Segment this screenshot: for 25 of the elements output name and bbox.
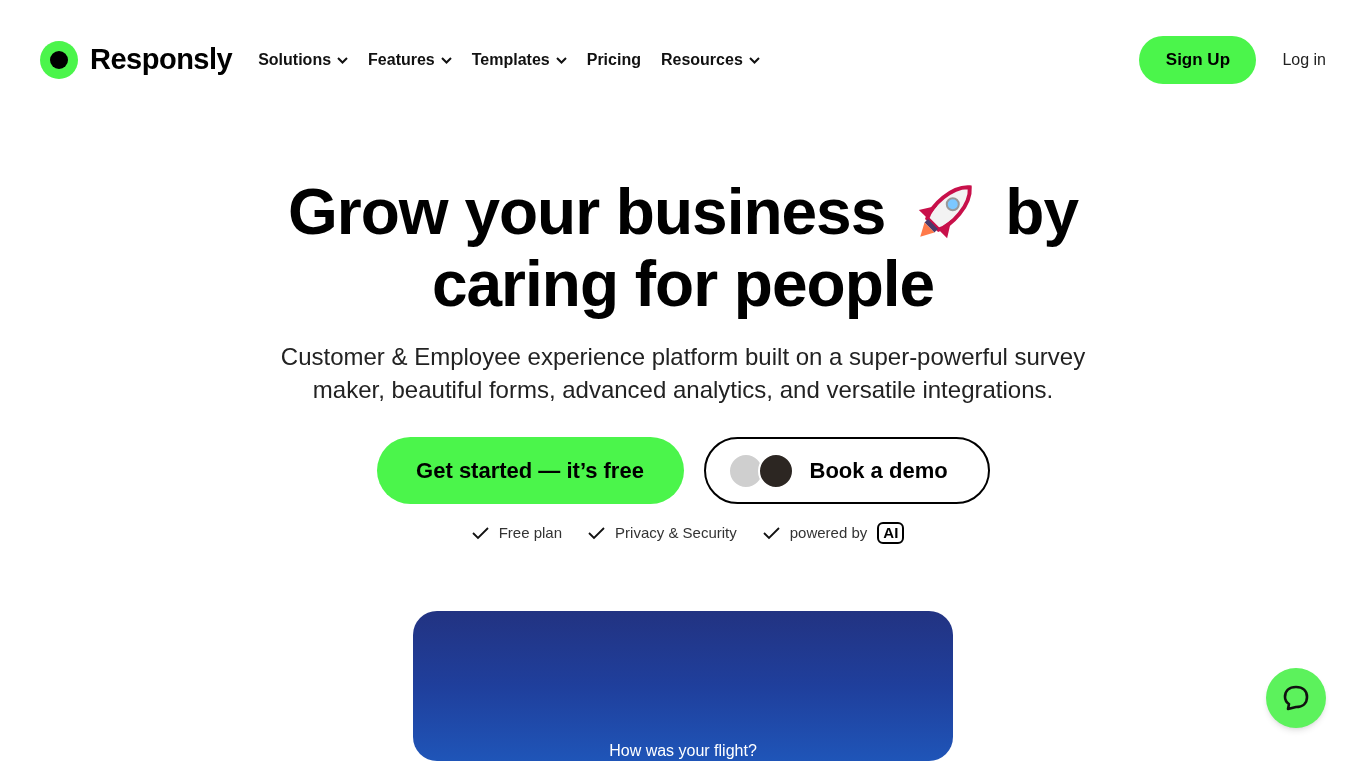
nav-link[interactable]: Pricing [586,48,641,72]
headline: Grow your business [288,176,886,248]
sign-up-button[interactable]: Sign Up [1139,36,1257,84]
headline: caring for people [431,248,935,320]
check-icon [588,526,606,540]
check-icon [471,526,489,540]
chat-button[interactable] [1266,668,1326,728]
feature-label: Privacy & Security [615,523,737,543]
feature-label: Free plan [498,523,563,543]
check-icon [762,526,780,540]
get-started-button[interactable]: Get started — it’s free [376,437,684,504]
headline: by [1005,176,1078,248]
nav-link[interactable]: Resources [660,48,760,72]
book-demo-button[interactable]: Book a demo [703,437,990,504]
nav-link[interactable]: Solutions [258,48,349,72]
feature-label: powered by [789,523,868,543]
brand-name[interactable]: Responsly [90,38,233,82]
hero-subtitle: Customer & Employee experience platform built on a super-powerful survey maker, beautiful forms, advanced analytics, and versatile integrations. [279,342,1087,405]
survey-question: How was your flight? [609,740,757,761]
nav-link[interactable]: Templates [471,48,567,72]
logo-icon[interactable] [40,41,78,79]
log-in-link[interactable]: Log in [1282,48,1326,72]
nav-link[interactable]: Features [368,48,452,72]
ai-badge: AI [877,522,905,545]
chat-icon [1282,684,1310,712]
